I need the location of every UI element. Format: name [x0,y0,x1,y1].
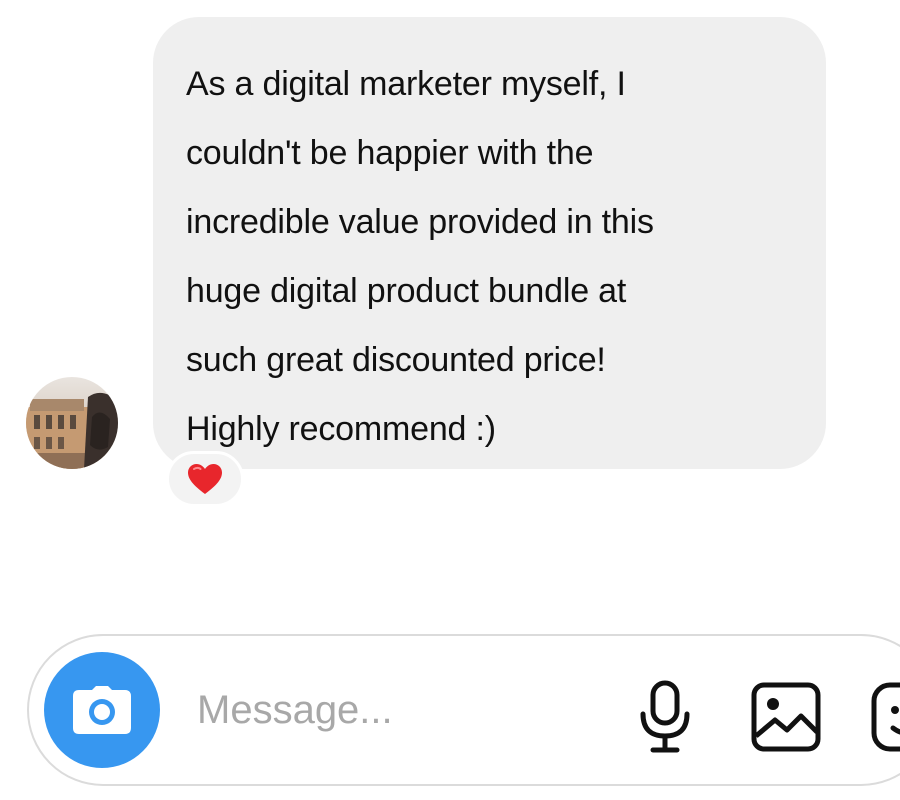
microphone-button[interactable] [633,678,697,756]
emoji-button[interactable] [869,680,900,754]
gallery-icon [751,682,821,752]
message-input[interactable] [197,680,597,740]
red-heart-icon [188,464,222,494]
camera-button[interactable] [44,652,160,768]
microphone-icon [640,680,690,753]
message-composer [27,634,900,786]
gallery-button[interactable] [749,680,823,754]
chat-thread: As a digital marketer myself, I couldn't… [0,0,900,800]
reaction-badge[interactable] [166,451,244,507]
profile-photo-image [26,377,118,469]
camera-icon [73,686,131,734]
emoji-icon [871,682,900,752]
message-bubble[interactable]: As a digital marketer myself, I couldn't… [153,17,826,469]
avatar[interactable] [26,377,118,469]
